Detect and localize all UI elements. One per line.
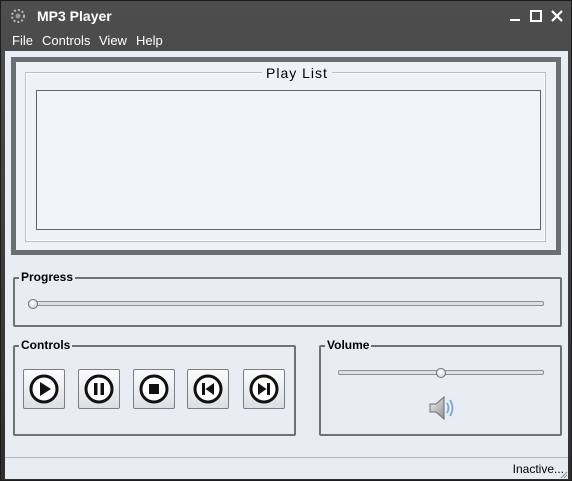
menu-file[interactable]: File: [12, 33, 33, 48]
title-bar[interactable]: MP3 Player: [1, 1, 571, 31]
previous-button[interactable]: [187, 369, 229, 409]
play-button[interactable]: [23, 369, 65, 409]
app-icon: [11, 9, 25, 23]
stop-icon: [139, 374, 169, 404]
status-text: Inactive...: [512, 462, 564, 476]
speaker-icon[interactable]: [427, 394, 457, 422]
progress-label: Progress: [19, 270, 76, 284]
volume-group: Volume: [319, 338, 562, 436]
menu-view[interactable]: View: [99, 33, 127, 48]
resize-grip-icon[interactable]: [558, 469, 568, 479]
next-icon: [249, 374, 279, 404]
play-icon: [29, 374, 59, 404]
stop-button[interactable]: [133, 369, 175, 409]
client-area: Play List Progress Controls Volume: [5, 51, 568, 479]
menu-controls[interactable]: Controls: [42, 33, 90, 48]
menu-bar: File Controls View Help: [1, 31, 571, 51]
status-bar: Inactive...: [5, 457, 568, 479]
playlist-panel: Play List: [11, 57, 561, 255]
maximize-icon[interactable]: [527, 7, 545, 25]
playlist-title: Play List: [262, 65, 332, 81]
volume-label: Volume: [325, 338, 372, 352]
next-button[interactable]: [243, 369, 285, 409]
close-icon[interactable]: [548, 7, 566, 25]
progress-slider-track[interactable]: [28, 301, 544, 306]
controls-group: Controls: [13, 338, 296, 436]
progress-slider-thumb[interactable]: [28, 299, 38, 309]
progress-group: Progress: [13, 270, 562, 327]
previous-icon: [193, 374, 223, 404]
pause-button[interactable]: [78, 369, 120, 409]
window-title: MP3 Player: [37, 8, 112, 24]
controls-label: Controls: [19, 338, 73, 352]
minimize-icon[interactable]: [506, 7, 524, 25]
menu-help[interactable]: Help: [136, 33, 163, 48]
playlist-list[interactable]: [36, 90, 541, 230]
mp3-player-window: MP3 Player File Controls View Help Play …: [0, 0, 572, 481]
volume-slider-thumb[interactable]: [436, 368, 446, 378]
pause-icon: [84, 374, 114, 404]
playlist-group: Play List: [25, 65, 546, 242]
